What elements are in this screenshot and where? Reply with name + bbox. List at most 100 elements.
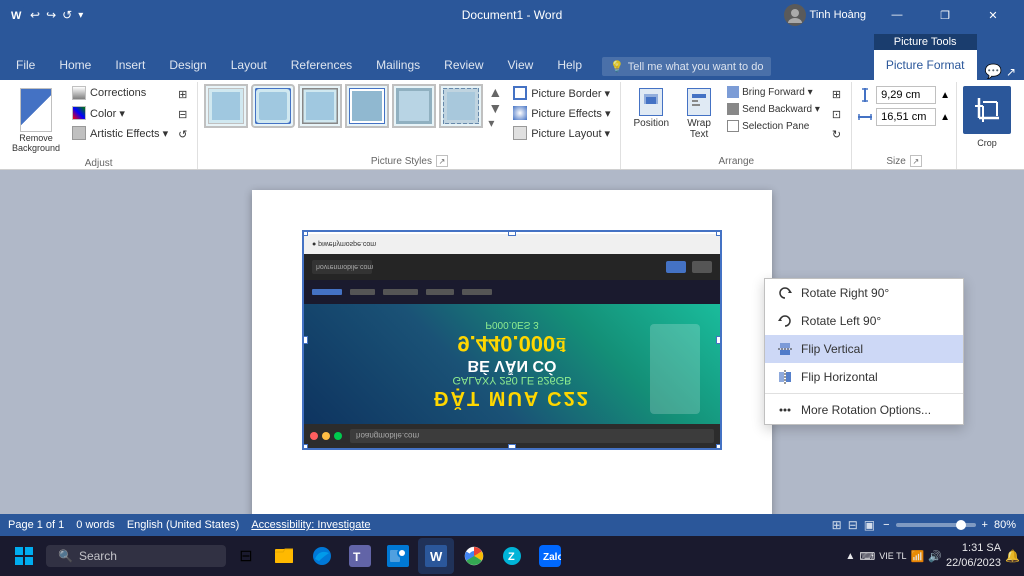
tab-view[interactable]: View — [496, 50, 546, 80]
clock[interactable]: 1:31 SA 22/06/2023 — [946, 541, 1001, 572]
taskbar-zalo[interactable]: Zalo — [532, 538, 568, 574]
resize-handle-mr[interactable] — [716, 336, 722, 344]
start-button[interactable] — [4, 538, 44, 574]
resize-handle-tm[interactable] — [508, 230, 516, 236]
chevron-up-icon[interactable]: ▲ — [845, 551, 855, 562]
taskbar-app2[interactable]: Z — [494, 538, 530, 574]
height-stepper-up[interactable]: ▲ — [940, 90, 950, 101]
style-2[interactable] — [251, 84, 295, 128]
print-layout-btn[interactable]: ⊞ — [830, 518, 844, 532]
page-count: Page 1 of 1 — [8, 519, 64, 531]
zoom-thumb[interactable] — [956, 520, 966, 530]
rotate-right-item[interactable]: Rotate Right 90° — [765, 279, 963, 307]
taskbar-word[interactable]: W — [418, 538, 454, 574]
selected-image[interactable]: hoangmobile.com ĐẶT MUA C22 GALAXY 250 L… — [302, 230, 722, 450]
tell-me-bar[interactable]: 💡 Tell me what you want to do — [602, 57, 771, 76]
flip-vertical-item[interactable]: Flip Vertical — [765, 335, 963, 363]
picture-styles-expand-icon[interactable]: ↗ — [436, 155, 448, 167]
resize-handle-ml[interactable] — [302, 336, 308, 344]
style-3[interactable] — [298, 84, 342, 128]
change-btn[interactable]: ⊟ — [174, 106, 191, 123]
task-view-btn[interactable]: ⊟ — [228, 538, 264, 574]
style-6[interactable] — [439, 84, 483, 128]
taskbar-teams[interactable]: T — [342, 538, 378, 574]
tab-insert[interactable]: Insert — [103, 50, 157, 80]
selection-pane-btn[interactable]: Selection Pane — [723, 118, 824, 134]
size-expand-icon[interactable]: ↗ — [910, 155, 922, 167]
color-btn[interactable]: Color ▾ — [68, 104, 172, 122]
rotate-btn[interactable]: ↻ — [828, 126, 845, 143]
reset-btn[interactable]: ↺ — [174, 126, 191, 143]
tab-home[interactable]: Home — [47, 50, 103, 80]
tab-references[interactable]: References — [279, 50, 364, 80]
align-btn[interactable]: ⊞ — [828, 86, 845, 103]
picture-effects-btn[interactable]: Picture Effects ▾ — [509, 104, 614, 122]
tab-review[interactable]: Review — [432, 50, 495, 80]
document-page: hoangmobile.com ĐẶT MUA C22 GALAXY 250 L… — [252, 190, 772, 514]
tab-help[interactable]: Help — [545, 50, 594, 80]
wrap-text-btn[interactable]: WrapText — [679, 84, 719, 144]
zoom-in-btn[interactable]: + — [982, 519, 988, 531]
corrections-btn[interactable]: Corrections — [68, 84, 172, 102]
accessibility[interactable]: Accessibility: Investigate — [251, 519, 370, 531]
taskbar-chrome[interactable] — [456, 538, 492, 574]
width-stepper-up[interactable]: ▲ — [940, 112, 950, 123]
compress-btn[interactable]: ⊞ — [174, 86, 191, 103]
send-backward-btn[interactable]: Send Backward ▾ — [723, 101, 824, 117]
flip-horizontal-item[interactable]: Flip Horizontal — [765, 363, 963, 391]
bring-forward-btn[interactable]: Bring Forward ▾ — [723, 84, 824, 100]
style-5[interactable] — [392, 84, 436, 128]
tab-design[interactable]: Design — [157, 50, 218, 80]
remove-background-btn[interactable]: RemoveBackground — [6, 84, 66, 158]
language-indicator[interactable]: VIE TL — [879, 551, 906, 562]
more-rotation-item[interactable]: More Rotation Options... — [765, 396, 963, 424]
artistic-effects-btn[interactable]: Artistic Effects ▾ — [68, 124, 172, 142]
styles-scroll-up[interactable]: ▲ — [488, 84, 502, 100]
zoom-level[interactable]: 80% — [994, 519, 1016, 531]
taskbar-outlook[interactable] — [380, 538, 416, 574]
quick-access-undo[interactable]: ↩ — [30, 8, 40, 22]
restore-button[interactable]: ❐ — [922, 0, 968, 30]
taskbar-explorer[interactable] — [266, 538, 302, 574]
resize-handle-bl[interactable] — [302, 444, 308, 450]
quick-access-redo[interactable]: ↪ — [46, 8, 56, 22]
resize-handle-bm[interactable] — [508, 444, 516, 450]
styles-expand[interactable]: ▾ — [488, 116, 502, 130]
taskbar-search[interactable]: 🔍 Search — [46, 545, 226, 567]
resize-handle-tr[interactable] — [716, 230, 722, 236]
picture-layout-btn[interactable]: Picture Layout ▾ — [509, 124, 614, 142]
width-input[interactable] — [876, 108, 936, 126]
tab-layout[interactable]: Layout — [219, 50, 279, 80]
web-view-btn[interactable]: ⊟ — [846, 518, 860, 532]
keyboard-icon[interactable]: ⌨ — [859, 550, 875, 563]
close-button[interactable]: ✕ — [970, 0, 1016, 30]
style-4[interactable] — [345, 84, 389, 128]
styles-scroll-down[interactable]: ▼ — [488, 100, 502, 116]
read-view-btn[interactable]: ▣ — [862, 518, 877, 532]
rotate-left-item[interactable]: Rotate Left 90° — [765, 307, 963, 335]
tab-picture-format[interactable]: Picture Format — [874, 50, 977, 80]
group-btn[interactable]: ⊡ — [828, 106, 845, 123]
wifi-icon[interactable]: 📶 — [911, 550, 925, 563]
tab-file[interactable]: File — [4, 50, 47, 80]
quick-access-save[interactable]: ↺ — [62, 8, 72, 22]
resize-handle-tl[interactable] — [302, 230, 308, 236]
volume-icon[interactable]: 🔊 — [928, 550, 942, 563]
user-area[interactable]: Tinh Hoàng — [784, 4, 866, 26]
tab-mailings[interactable]: Mailings — [364, 50, 432, 80]
comments-icon[interactable]: 💬 — [985, 63, 1002, 80]
crop-btn[interactable] — [963, 86, 1011, 134]
picture-border-btn[interactable]: Picture Border ▾ — [509, 84, 614, 102]
resize-handle-br[interactable] — [716, 444, 722, 450]
quick-access-more[interactable]: ▾ — [78, 10, 83, 21]
zoom-slider[interactable] — [896, 523, 976, 527]
zoom-out-btn[interactable]: − — [883, 519, 889, 531]
share-icon[interactable]: ↗ — [1006, 65, 1016, 79]
wrap-text-label: WrapText — [687, 118, 711, 140]
minimize-button[interactable]: — — [874, 0, 920, 30]
style-1[interactable] — [204, 84, 248, 128]
notification-btn[interactable]: 🔔 — [1005, 549, 1020, 563]
position-btn[interactable]: Position — [627, 84, 675, 133]
taskbar-edge[interactable] — [304, 538, 340, 574]
height-input[interactable] — [876, 86, 936, 104]
